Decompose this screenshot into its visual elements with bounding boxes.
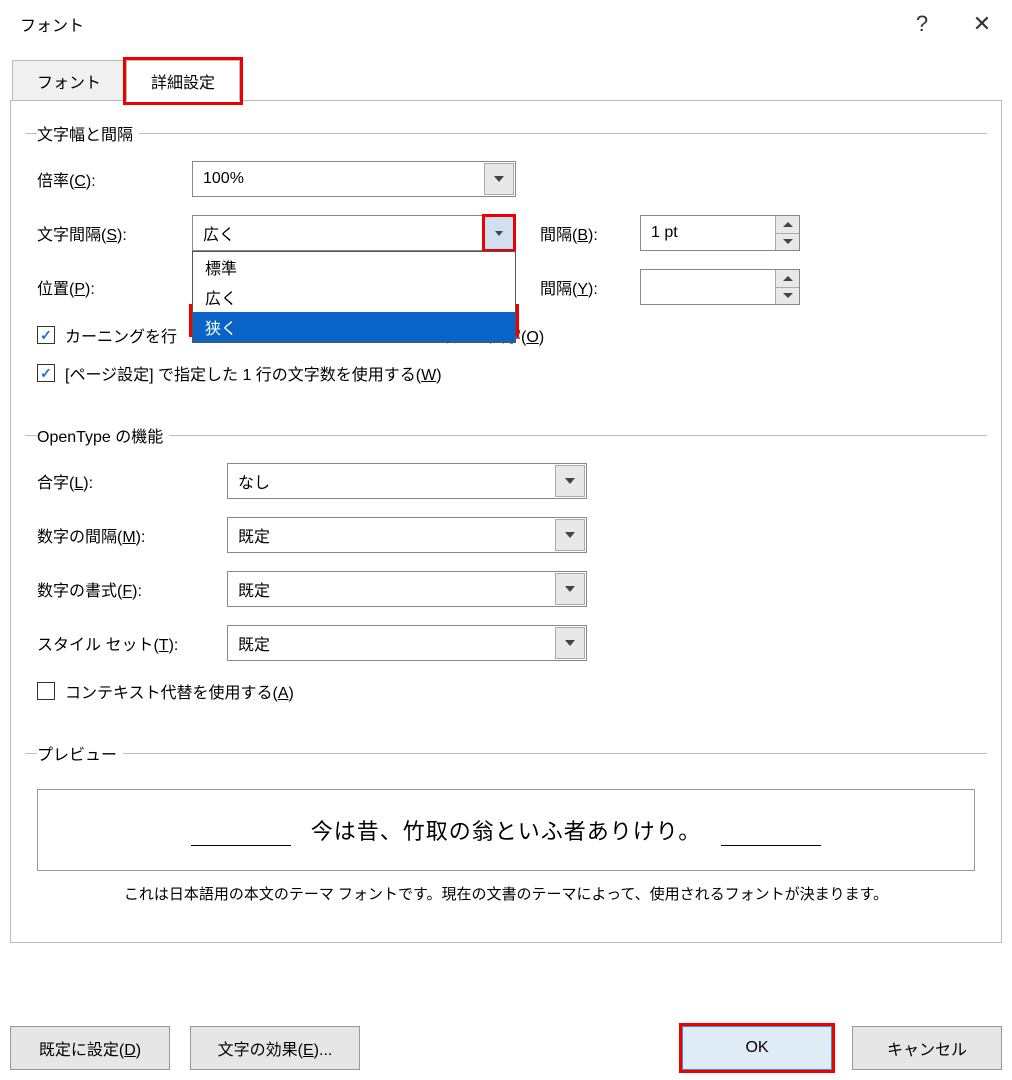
spacing-value: 広く [193,221,483,245]
spacing-by-value: 1 pt [641,216,775,250]
preview-description: これは日本語用の本文のテーマ フォントです。現在の文書のテーマによって、使用され… [37,883,975,904]
number-spacing-dropdown-button[interactable] [555,519,585,551]
triangle-down-icon [783,293,793,298]
row-scale: 倍率(C): 100% [37,161,975,197]
dropdown-item-expanded[interactable]: 広く [193,282,515,312]
preview-box: 今は昔、竹取の翁といふ者ありけり。 [37,789,975,871]
close-icon: ✕ [973,11,991,37]
contextual-alternates-checkbox[interactable] [37,682,55,700]
triangle-up-icon [783,276,793,281]
spacing-by-spinner[interactable]: 1 pt [640,215,800,251]
title-bar: フォント ? ✕ [0,0,1012,48]
position-label: 位置(P): [37,275,192,299]
kerning-checkbox[interactable]: ✓ [37,326,55,344]
section-preview-legend: プレビュー [37,741,123,765]
tab-font[interactable]: フォント [12,60,126,101]
section-character-spacing-legend: 文字幅と間隔 [37,121,139,145]
number-spacing-label: 数字の間隔(M): [37,523,227,547]
preview-underline-left [191,822,291,846]
row-number-spacing: 数字の間隔(M): 既定 [37,517,975,553]
scale-dropdown-button[interactable] [484,163,514,195]
spinner-up-button[interactable] [775,216,799,234]
spinner-buttons [775,216,799,250]
scale-value: 100% [193,170,483,188]
scale-combo[interactable]: 100% [192,161,516,197]
triangle-up-icon [783,222,793,227]
triangle-down-icon [783,239,793,244]
number-forms-label: 数字の書式(F): [37,577,227,601]
position-by-label: 間隔(Y): [540,275,640,299]
number-spacing-combo[interactable]: 既定 [227,517,587,553]
ok-button[interactable]: OK [682,1026,832,1070]
number-forms-combo[interactable]: 既定 [227,571,587,607]
row-spacing: 文字間隔(S): 広く 間隔(B): 1 pt 標準 広く 狭く [37,215,975,251]
position-by-value [641,270,775,304]
row-stylistic-sets: スタイル セット(T): 既定 [37,625,975,661]
chevron-down-icon [494,176,504,182]
ligatures-combo[interactable]: なし [227,463,587,499]
row-contextual-alternates: コンテキスト代替を使用する(A) [37,679,975,703]
chevron-down-icon [565,532,575,538]
stylistic-sets-combo[interactable]: 既定 [227,625,587,661]
tab-advanced-label: 詳細設定 [151,75,215,92]
stylistic-sets-value: 既定 [228,631,554,655]
row-ligatures: 合字(L): なし [37,463,975,499]
stylistic-sets-label: スタイル セット(T): [37,631,227,655]
chevron-down-icon [565,478,575,484]
number-spacing-value: 既定 [228,523,554,547]
help-button[interactable]: ? [892,4,952,44]
spinner-up-button[interactable] [775,270,799,288]
tab-advanced[interactable]: 詳細設定 [126,60,240,101]
dialog-title: フォント [20,12,84,36]
kerning-label-part1: カーニングを行 [65,323,177,347]
chevron-down-icon [495,231,503,236]
ligatures-value: なし [228,469,554,493]
stylistic-sets-dropdown-button[interactable] [555,627,585,659]
dialog-content: 文字幅と間隔 倍率(C): 100% 文字間隔(S): 広く 間隔(B): 1 … [10,100,1002,943]
tab-strip: フォント 詳細設定 [12,60,1012,101]
cancel-button-label: キャンセル [887,1036,967,1060]
section-opentype: OpenType の機能 合字(L): なし 数字の間隔(M): 既定 数字の書… [25,423,987,723]
spacing-dropdown-button[interactable] [482,214,516,252]
close-button[interactable]: ✕ [952,4,1012,44]
section-opentype-legend: OpenType の機能 [37,423,169,447]
preview-sample-text: 今は昔、竹取の翁といふ者ありけり。 [311,814,702,846]
dialog-footer: 既定に設定(D) 文字の効果(E)... OK キャンセル [10,1026,1002,1070]
contextual-alternates-label: コンテキスト代替を使用する(A) [65,679,294,703]
use-grid-checkbox[interactable]: ✓ [37,364,55,382]
spacing-combo[interactable]: 広く [192,215,516,251]
help-icon: ? [916,11,928,37]
checkmark-icon: ✓ [40,365,52,382]
use-grid-label: [ページ設定] で指定した 1 行の文字数を使用する(W) [65,361,442,385]
spinner-down-button[interactable] [775,288,799,305]
row-use-grid: ✓ [ページ設定] で指定した 1 行の文字数を使用する(W) [37,361,975,385]
spinner-down-button[interactable] [775,234,799,251]
section-preview: プレビュー 今は昔、竹取の翁といふ者ありけり。 これは日本語用の本文のテーマ フ… [25,741,987,910]
checkmark-icon: ✓ [40,327,52,344]
number-forms-dropdown-button[interactable] [555,573,585,605]
spacing-label: 文字間隔(S): [37,221,192,245]
ligatures-dropdown-button[interactable] [555,465,585,497]
chevron-down-icon [565,586,575,592]
preview-underline-right [721,822,821,846]
spacing-dropdown-list: 標準 広く 狭く [192,251,516,343]
spinner-buttons [775,270,799,304]
set-as-default-button[interactable]: 既定に設定(D) [10,1026,170,1070]
number-forms-value: 既定 [228,577,554,601]
dropdown-item-normal[interactable]: 標準 [193,252,515,282]
tab-font-label: フォント [37,75,101,92]
row-number-forms: 数字の書式(F): 既定 [37,571,975,607]
ok-button-label: OK [745,1039,768,1057]
titlebar-controls: ? ✕ [892,4,1012,44]
scale-label: 倍率(C): [37,167,192,191]
spacing-by-label: 間隔(B): [540,221,640,245]
text-effects-button[interactable]: 文字の効果(E)... [190,1026,360,1070]
section-character-spacing: 文字幅と間隔 倍率(C): 100% 文字間隔(S): 広く 間隔(B): 1 … [25,121,987,405]
cancel-button[interactable]: キャンセル [852,1026,1002,1070]
dropdown-item-condensed[interactable]: 狭く [193,312,515,342]
chevron-down-icon [565,640,575,646]
position-by-spinner[interactable] [640,269,800,305]
ligatures-label: 合字(L): [37,469,227,493]
